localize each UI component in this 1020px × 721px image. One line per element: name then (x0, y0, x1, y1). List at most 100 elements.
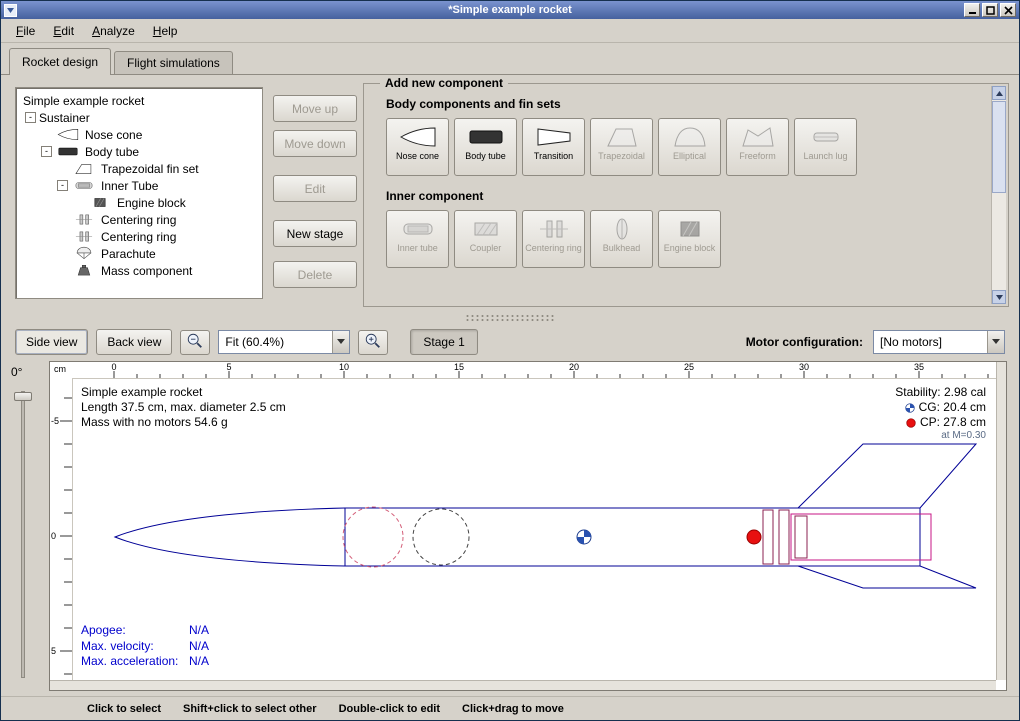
tree-item-sustainer[interactable]: -Sustainer (16, 109, 262, 126)
tree-item-nose-cone[interactable]: Nose cone (16, 126, 262, 143)
trapezoidal-button[interactable]: Trapezoidal (590, 118, 653, 176)
fin-icon (71, 161, 97, 176)
figure-hscrollbar[interactable] (50, 680, 996, 690)
coupler-button[interactable]: Coupler (454, 210, 517, 268)
stability-info: Stability: 2.98 cal CG: 20.4 cm CP: 27.8… (895, 385, 986, 443)
titlebar[interactable]: *Simple example rocket (1, 1, 1019, 19)
tree-expander-icon[interactable]: - (41, 146, 52, 157)
nose-cone-icon (398, 124, 438, 150)
tab-flight-simulations[interactable]: Flight simulations (114, 51, 233, 74)
minimize-button[interactable] (964, 3, 980, 17)
window-buttons (964, 3, 1016, 17)
menu-analyze[interactable]: Analyze (83, 21, 144, 41)
nose-cone-outline[interactable] (115, 508, 345, 566)
menu-help[interactable]: Help (144, 21, 187, 41)
elliptical-button[interactable]: Elliptical (658, 118, 721, 176)
engine-block-button[interactable]: Engine block (658, 210, 721, 268)
tree-item-inner-tube[interactable]: -Inner Tube (16, 177, 262, 194)
svg-text:35: 35 (914, 362, 924, 372)
zoom-out-button[interactable] (180, 330, 210, 355)
stage-1-button[interactable]: Stage 1 (410, 329, 477, 355)
mass-component-outline[interactable] (413, 509, 469, 565)
tree-item-simple-example-rocket[interactable]: Simple example rocket (16, 92, 262, 109)
rotation-slider[interactable] (21, 391, 25, 678)
mass-icon (71, 263, 97, 278)
tree-item-label: Centering ring (101, 230, 176, 244)
body-tube-button[interactable]: Body tube (454, 118, 517, 176)
svg-text:0: 0 (111, 362, 116, 372)
new-stage-button[interactable]: New stage (273, 220, 357, 247)
parachute-outline[interactable] (343, 507, 403, 567)
maximize-button[interactable] (982, 3, 998, 17)
move-down-button[interactable]: Move down (273, 130, 357, 157)
rotation-slider-handle[interactable] (14, 392, 32, 401)
inner-tube-button[interactable]: Inner tube (386, 210, 449, 268)
flight-info: Apogee:N/A Max. velocity:N/A Max. accele… (81, 623, 209, 670)
figure-vscrollbar[interactable] (996, 362, 1006, 680)
component-button-label: Inner tube (397, 244, 438, 254)
component-button-label: Launch lug (803, 152, 847, 162)
back-view-button[interactable]: Back view (96, 329, 172, 355)
tree-item-trapezoidal-fin-set[interactable]: Trapezoidal fin set (16, 160, 262, 177)
scroll-up-icon[interactable] (992, 86, 1006, 100)
tree-item-mass-component[interactable]: Mass component (16, 262, 262, 279)
tab-bar: Rocket design Flight simulations (1, 43, 1019, 75)
svg-text:30: 30 (799, 362, 809, 372)
delete-button[interactable]: Delete (273, 261, 357, 288)
close-button[interactable] (1000, 3, 1016, 17)
svg-text:15: 15 (454, 362, 464, 372)
centering-ring-button[interactable]: Centering ring (522, 210, 585, 268)
zoom-in-button[interactable] (358, 330, 388, 355)
tree-item-centering-ring[interactable]: Centering ring (16, 211, 262, 228)
menu-edit[interactable]: Edit (44, 21, 83, 41)
hint-click-select: Click to select (87, 703, 161, 715)
zoom-select[interactable]: Fit (60.4%) (218, 330, 350, 354)
rocket-canvas[interactable]: Simple example rocket Length 37.5 cm, ma… (72, 378, 996, 680)
centering-ring-icon (71, 212, 97, 227)
inner-components-outline[interactable] (763, 510, 931, 564)
fin-set-outline[interactable] (798, 444, 976, 588)
motor-configuration-select[interactable]: [No motors] (873, 330, 1005, 354)
bulkhead-button[interactable]: Bulkhead (590, 210, 653, 268)
cp-marker[interactable] (747, 530, 761, 544)
component-tree[interactable]: Simple example rocket-SustainerNose cone… (15, 87, 263, 299)
tree-item-centering-ring[interactable]: Centering ring (16, 228, 262, 245)
scrollbar-thumb[interactable] (992, 101, 1006, 193)
menubar: FileEditAnalyzeHelp (1, 19, 1019, 43)
engine-block-icon (670, 216, 710, 242)
edit-button[interactable]: Edit (273, 175, 357, 202)
svg-text:10: 10 (339, 362, 349, 372)
rotation-value: 0° (11, 365, 22, 379)
tree-expander-icon[interactable]: - (25, 112, 36, 123)
splitter-handle[interactable] (1, 311, 1019, 325)
tree-item-engine-block[interactable]: Engine block (16, 194, 262, 211)
launch-lug-icon (806, 124, 846, 150)
tree-item-label: Body tube (85, 145, 139, 159)
body-tube-outline[interactable] (345, 508, 920, 566)
nose-cone-button[interactable]: Nose cone (386, 118, 449, 176)
svg-text:0: 0 (51, 531, 56, 541)
menu-file[interactable]: File (7, 21, 44, 41)
component-button-label: Engine block (664, 244, 716, 254)
chevron-down-icon[interactable] (332, 331, 349, 353)
tree-item-label: Trapezoidal fin set (101, 162, 199, 176)
tree-item-body-tube[interactable]: - Body tube (16, 143, 262, 160)
freeform-button[interactable]: Freeform (726, 118, 789, 176)
scroll-down-icon[interactable] (992, 290, 1006, 304)
chevron-down-icon[interactable] (987, 331, 1004, 353)
move-up-button[interactable]: Move up (273, 95, 357, 122)
cp-icon (906, 418, 916, 428)
tree-item-label: Sustainer (39, 111, 90, 125)
cg-marker[interactable] (577, 530, 591, 544)
transition-button[interactable]: Transition (522, 118, 585, 176)
add-component-scrollbar[interactable] (991, 86, 1006, 304)
tree-item-parachute[interactable]: Parachute (16, 245, 262, 262)
inner-tube-icon (71, 178, 97, 193)
tree-item-label: Nose cone (85, 128, 142, 142)
tree-expander-icon[interactable]: - (57, 180, 68, 191)
tab-rocket-design[interactable]: Rocket design (9, 48, 111, 75)
side-view-button[interactable]: Side view (15, 329, 88, 355)
h-ruler: 05101520253035 (72, 362, 996, 378)
figure-area: 0° cm 05101520253035 -505 (1, 359, 1019, 696)
launch-lug-button[interactable]: Launch lug (794, 118, 857, 176)
